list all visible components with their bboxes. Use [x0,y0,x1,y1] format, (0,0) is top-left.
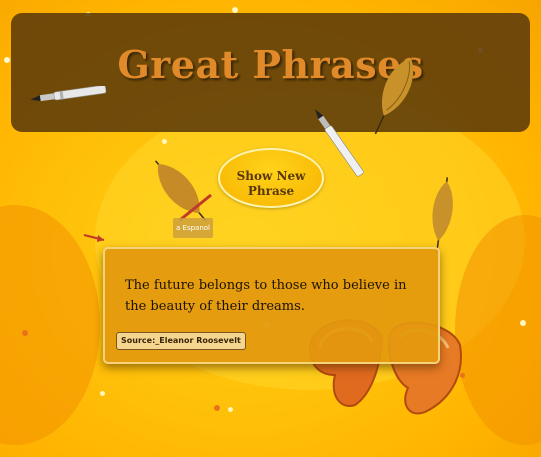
decor-dot [162,139,167,144]
feather-icon [432,177,453,253]
decor-dot [214,405,220,411]
page-title: Great Phrases [117,42,424,87]
pen-icon [30,86,107,102]
feather-icon [374,57,414,135]
show-new-phrase-button[interactable]: Show New Phrase [218,148,324,208]
show-new-phrase-label-1: Show New [236,169,306,183]
quote-card: The future belongs to those who believe … [103,247,440,364]
decor-dot [228,407,233,412]
quote-text: The future belongs to those who believe … [125,278,407,314]
decor-dot [22,330,28,336]
source-button[interactable]: Source:_Eleanor Roosevelt [116,332,246,350]
decor-dot [100,391,105,396]
arrow-icon [83,234,105,242]
show-new-phrase-label-2: Phrase [247,184,295,198]
decor-dot [520,320,526,326]
language-button[interactable]: a Espanol [173,218,213,238]
